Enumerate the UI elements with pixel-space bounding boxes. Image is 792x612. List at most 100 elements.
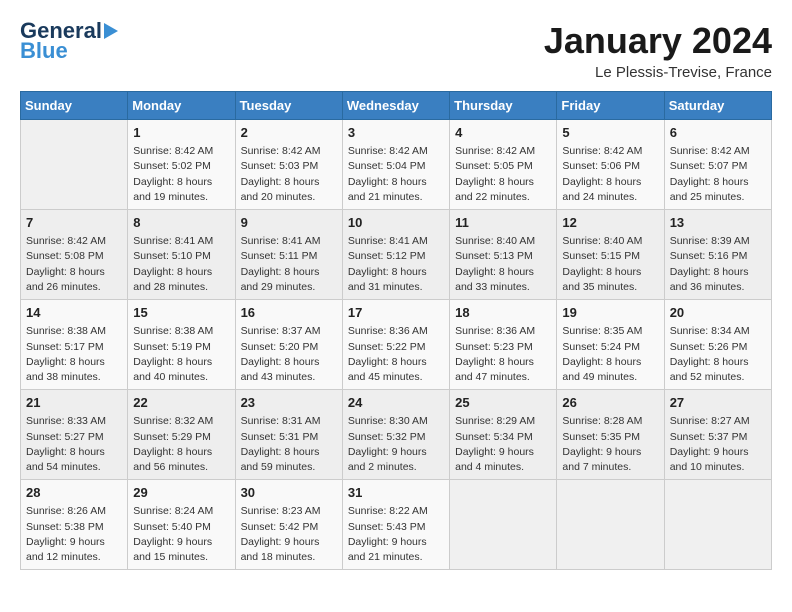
day-info: Sunrise: 8:37 AMSunset: 5:20 PMDaylight:… [241, 324, 337, 385]
day-info: Sunrise: 8:41 AMSunset: 5:10 PMDaylight:… [133, 234, 229, 295]
day-number: 28 [26, 484, 122, 502]
calendar-cell: 15 Sunrise: 8:38 AMSunset: 5:19 PMDayligh… [128, 300, 235, 390]
day-info: Sunrise: 8:31 AMSunset: 5:31 PMDaylight:… [241, 414, 337, 475]
calendar-cell: 27Sunrise: 8:27 AMSunset: 5:37 PMDayligh… [664, 390, 771, 480]
calendar-cell: 2 Sunrise: 8:42 AMSunset: 5:03 PMDaylight… [235, 120, 342, 210]
calendar-cell: 20Sunrise: 8:34 AMSunset: 5:26 PMDayligh… [664, 300, 771, 390]
day-info: Sunrise: 8:30 AMSunset: 5:32 PMDaylight:… [348, 414, 444, 475]
calendar-cell: 6Sunrise: 8:42 AMSunset: 5:07 PMDaylight… [664, 120, 771, 210]
calendar-header-sunday: Sunday [21, 92, 128, 120]
day-info: Sunrise: 8:27 AMSunset: 5:37 PMDaylight:… [670, 414, 766, 475]
calendar-cell: 18 Sunrise: 8:36 AMSunset: 5:23 PMDayligh… [450, 300, 557, 390]
day-number: 11 [455, 214, 551, 232]
calendar-cell: 7 Sunrise: 8:42 AMSunset: 5:08 PMDaylight… [21, 210, 128, 300]
day-number: 26 [562, 394, 658, 412]
day-info: Sunrise: 8:42 AMSunset: 5:04 PMDaylight:… [348, 144, 444, 205]
day-number: 1 [133, 124, 229, 142]
day-number: 13 [670, 214, 766, 232]
day-number: 3 [348, 124, 444, 142]
calendar-cell: 5 Sunrise: 8:42 AMSunset: 5:06 PMDaylight… [557, 120, 664, 210]
logo-blue: Blue [20, 40, 68, 62]
title-area: January 2024 Le Plessis-Trevise, France [544, 20, 772, 81]
day-info: Sunrise: 8:40 AMSunset: 5:15 PMDaylight:… [562, 234, 658, 295]
calendar-cell [664, 480, 771, 570]
calendar-cell [557, 480, 664, 570]
day-info: Sunrise: 8:39 AMSunset: 5:16 PMDaylight:… [670, 234, 766, 295]
day-number: 2 [241, 124, 337, 142]
day-info: Sunrise: 8:36 AMSunset: 5:23 PMDaylight:… [455, 324, 551, 385]
calendar-cell: 4Sunrise: 8:42 AMSunset: 5:05 PMDaylight… [450, 120, 557, 210]
calendar-cell: 21 Sunrise: 8:33 AMSunset: 5:27 PMDayligh… [21, 390, 128, 480]
calendar-cell: 23 Sunrise: 8:31 AMSunset: 5:31 PMDayligh… [235, 390, 342, 480]
calendar-cell: 30 Sunrise: 8:23 AMSunset: 5:42 PMDayligh… [235, 480, 342, 570]
day-info: Sunrise: 8:38 AMSunset: 5:17 PMDaylight:… [26, 324, 122, 385]
calendar-table: SundayMondayTuesdayWednesdayThursdayFrid… [20, 91, 772, 570]
day-number: 17 [348, 304, 444, 322]
day-info: Sunrise: 8:42 AMSunset: 5:02 PMDaylight:… [133, 144, 229, 205]
day-info: Sunrise: 8:36 AMSunset: 5:22 PMDaylight:… [348, 324, 444, 385]
calendar-cell: 29 Sunrise: 8:24 AMSunset: 5:40 PMDayligh… [128, 480, 235, 570]
day-number: 22 [133, 394, 229, 412]
calendar-header-wednesday: Wednesday [342, 92, 449, 120]
day-number: 15 [133, 304, 229, 322]
day-number: 9 [241, 214, 337, 232]
day-number: 18 [455, 304, 551, 322]
calendar-cell: 19 Sunrise: 8:35 AMSunset: 5:24 PMDayligh… [557, 300, 664, 390]
day-number: 4 [455, 124, 551, 142]
day-number: 31 [348, 484, 444, 502]
calendar-cell: 17 Sunrise: 8:36 AMSunset: 5:22 PMDayligh… [342, 300, 449, 390]
day-info: Sunrise: 8:24 AMSunset: 5:40 PMDaylight:… [133, 504, 229, 565]
day-info: Sunrise: 8:42 AMSunset: 5:03 PMDaylight:… [241, 144, 337, 205]
day-info: Sunrise: 8:29 AMSunset: 5:34 PMDaylight:… [455, 414, 551, 475]
day-info: Sunrise: 8:35 AMSunset: 5:24 PMDaylight:… [562, 324, 658, 385]
month-title: January 2024 [544, 20, 772, 62]
calendar-week-row: 1 Sunrise: 8:42 AMSunset: 5:02 PMDaylight… [21, 120, 772, 210]
calendar-cell: 24 Sunrise: 8:30 AMSunset: 5:32 PMDayligh… [342, 390, 449, 480]
day-info: Sunrise: 8:41 AMSunset: 5:12 PMDaylight:… [348, 234, 444, 295]
day-number: 24 [348, 394, 444, 412]
calendar-cell: 13 Sunrise: 8:39 AMSunset: 5:16 PMDayligh… [664, 210, 771, 300]
calendar-cell: 8 Sunrise: 8:41 AMSunset: 5:10 PMDaylight… [128, 210, 235, 300]
day-number: 29 [133, 484, 229, 502]
calendar-header-thursday: Thursday [450, 92, 557, 120]
day-number: 19 [562, 304, 658, 322]
day-number: 7 [26, 214, 122, 232]
day-info: Sunrise: 8:32 AMSunset: 5:29 PMDaylight:… [133, 414, 229, 475]
calendar-cell: 31Sunrise: 8:22 AMSunset: 5:43 PMDayligh… [342, 480, 449, 570]
day-number: 25 [455, 394, 551, 412]
logo-arrow-icon [104, 23, 118, 39]
day-number: 5 [562, 124, 658, 142]
calendar-cell: 1 Sunrise: 8:42 AMSunset: 5:02 PMDaylight… [128, 120, 235, 210]
day-info: Sunrise: 8:41 AMSunset: 5:11 PMDaylight:… [241, 234, 337, 295]
location: Le Plessis-Trevise, France [544, 64, 772, 81]
logo: General Blue [20, 20, 118, 62]
calendar-cell: 9 Sunrise: 8:41 AMSunset: 5:11 PMDaylight… [235, 210, 342, 300]
calendar-cell: 16 Sunrise: 8:37 AMSunset: 5:20 PMDayligh… [235, 300, 342, 390]
day-info: Sunrise: 8:38 AMSunset: 5:19 PMDaylight:… [133, 324, 229, 385]
day-number: 10 [348, 214, 444, 232]
calendar-cell [21, 120, 128, 210]
day-info: Sunrise: 8:42 AMSunset: 5:08 PMDaylight:… [26, 234, 122, 295]
calendar-cell: 14 Sunrise: 8:38 AMSunset: 5:17 PMDayligh… [21, 300, 128, 390]
day-number: 8 [133, 214, 229, 232]
day-info: Sunrise: 8:34 AMSunset: 5:26 PMDaylight:… [670, 324, 766, 385]
calendar-week-row: 14 Sunrise: 8:38 AMSunset: 5:17 PMDayligh… [21, 300, 772, 390]
day-number: 23 [241, 394, 337, 412]
calendar-header-saturday: Saturday [664, 92, 771, 120]
calendar-header-monday: Monday [128, 92, 235, 120]
day-number: 16 [241, 304, 337, 322]
calendar-cell: 25 Sunrise: 8:29 AMSunset: 5:34 PMDayligh… [450, 390, 557, 480]
day-info: Sunrise: 8:42 AMSunset: 5:07 PMDaylight:… [670, 144, 766, 205]
day-info: Sunrise: 8:28 AMSunset: 5:35 PMDaylight:… [562, 414, 658, 475]
day-info: Sunrise: 8:40 AMSunset: 5:13 PMDaylight:… [455, 234, 551, 295]
calendar-cell: 28Sunrise: 8:26 AMSunset: 5:38 PMDayligh… [21, 480, 128, 570]
day-info: Sunrise: 8:23 AMSunset: 5:42 PMDaylight:… [241, 504, 337, 565]
calendar-header-tuesday: Tuesday [235, 92, 342, 120]
day-number: 14 [26, 304, 122, 322]
calendar-week-row: 28Sunrise: 8:26 AMSunset: 5:38 PMDayligh… [21, 480, 772, 570]
day-info: Sunrise: 8:42 AMSunset: 5:06 PMDaylight:… [562, 144, 658, 205]
day-number: 21 [26, 394, 122, 412]
day-info: Sunrise: 8:33 AMSunset: 5:27 PMDaylight:… [26, 414, 122, 475]
day-number: 30 [241, 484, 337, 502]
calendar-cell: 11 Sunrise: 8:40 AMSunset: 5:13 PMDayligh… [450, 210, 557, 300]
